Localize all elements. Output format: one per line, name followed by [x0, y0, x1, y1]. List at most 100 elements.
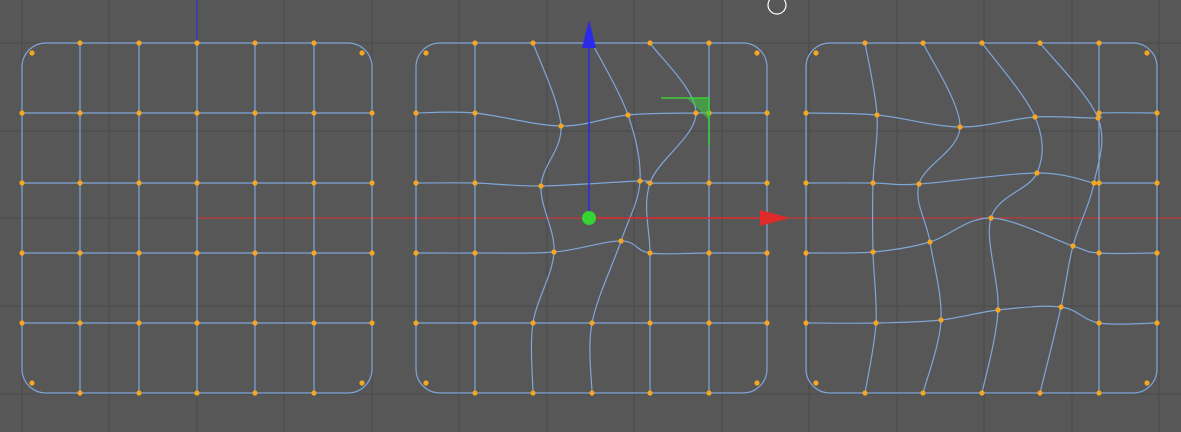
mesh-vertex[interactable]	[472, 110, 478, 116]
mesh-vertex[interactable]	[803, 180, 809, 186]
mesh-vertex[interactable]	[369, 320, 375, 326]
mesh-vertex[interactable]	[77, 250, 83, 256]
mesh-vertex[interactable]	[29, 380, 35, 386]
mesh-vertex[interactable]	[1096, 320, 1102, 326]
viewport-canvas[interactable]	[0, 0, 1181, 432]
mesh-vertex[interactable]	[252, 320, 258, 326]
mesh-vertex[interactable]	[136, 250, 142, 256]
mesh-vertex[interactable]	[423, 380, 429, 386]
move-y-arrow-icon[interactable]	[582, 20, 596, 48]
mesh-vertex[interactable]	[647, 390, 653, 396]
mesh-vertex[interactable]	[764, 320, 770, 326]
mesh-vertex[interactable]	[803, 250, 809, 256]
mesh-vertex[interactable]	[252, 390, 258, 396]
mesh-vertex[interactable]	[19, 110, 25, 116]
mesh-vertex[interactable]	[706, 180, 712, 186]
mesh-vertex[interactable]	[706, 250, 712, 256]
mesh-vertex[interactable]	[194, 320, 200, 326]
mesh-vertex[interactable]	[530, 390, 536, 396]
mesh-vertex[interactable]	[472, 40, 478, 46]
mesh-vertex[interactable]	[19, 320, 25, 326]
mesh-vertex[interactable]	[874, 112, 880, 118]
mesh-vertex[interactable]	[1096, 250, 1102, 256]
mesh-vertex[interactable]	[1096, 180, 1102, 186]
mesh-vertex[interactable]	[369, 250, 375, 256]
mesh-vertex[interactable]	[472, 320, 478, 326]
mesh-vertex[interactable]	[625, 112, 631, 118]
mesh-vertex[interactable]	[413, 320, 419, 326]
mesh-vertex[interactable]	[706, 320, 712, 326]
mesh-vertex[interactable]	[637, 178, 643, 184]
mesh-vertex[interactable]	[764, 110, 770, 116]
mesh-vertex[interactable]	[194, 250, 200, 256]
mesh-vertex[interactable]	[803, 110, 809, 116]
mesh-vertex[interactable]	[862, 40, 868, 46]
move-x-arrow-icon[interactable]	[760, 210, 790, 226]
mesh-vertex[interactable]	[311, 180, 317, 186]
mesh-vertex[interactable]	[618, 238, 624, 244]
mesh-vertex[interactable]	[19, 250, 25, 256]
mesh-vertex[interactable]	[803, 320, 809, 326]
mesh-vertex[interactable]	[862, 390, 868, 396]
mesh-vertex[interactable]	[311, 250, 317, 256]
mesh-vertex[interactable]	[1032, 114, 1038, 120]
mesh-vertex[interactable]	[369, 180, 375, 186]
mesh-vertex[interactable]	[252, 110, 258, 116]
mesh-vertex[interactable]	[413, 250, 419, 256]
transform-gizmo[interactable]	[582, 20, 790, 226]
mesh-vertex[interactable]	[136, 40, 142, 46]
mesh-vertex[interactable]	[1096, 110, 1102, 116]
mesh-vertex[interactable]	[530, 40, 536, 46]
mesh-vertex[interactable]	[920, 390, 926, 396]
mesh-vertex[interactable]	[359, 380, 365, 386]
mesh-vertex[interactable]	[1096, 390, 1102, 396]
mesh-vertex[interactable]	[311, 320, 317, 326]
mesh-vertex[interactable]	[194, 390, 200, 396]
mesh-vertex[interactable]	[558, 123, 564, 129]
mesh-vertex[interactable]	[938, 317, 944, 323]
mesh-vertex[interactable]	[764, 250, 770, 256]
mesh-vertex[interactable]	[311, 110, 317, 116]
mesh-vertex[interactable]	[927, 239, 933, 245]
mesh-vertex[interactable]	[706, 40, 712, 46]
mesh-vertex[interactable]	[979, 40, 985, 46]
mesh-vertex[interactable]	[136, 110, 142, 116]
mesh-vertex[interactable]	[413, 180, 419, 186]
mesh-vertex[interactable]	[369, 110, 375, 116]
mesh-vertex[interactable]	[136, 180, 142, 186]
mesh-vertex[interactable]	[1034, 170, 1040, 176]
mesh-vertex[interactable]	[194, 40, 200, 46]
mesh-vertex[interactable]	[706, 390, 712, 396]
mesh-vertex[interactable]	[19, 180, 25, 186]
mesh-vertex[interactable]	[1154, 110, 1160, 116]
mesh-vertex[interactable]	[647, 320, 653, 326]
mesh-vertex[interactable]	[1095, 115, 1101, 121]
mesh-vertex[interactable]	[538, 183, 544, 189]
mesh-vertex[interactable]	[77, 390, 83, 396]
mesh-vertex[interactable]	[813, 380, 819, 386]
mesh-vertex[interactable]	[647, 180, 653, 186]
pivot-icon[interactable]	[582, 211, 596, 225]
mesh-vertex[interactable]	[647, 40, 653, 46]
mesh-vertex[interactable]	[29, 50, 35, 56]
mesh-vertex[interactable]	[754, 380, 760, 386]
mesh-vertex[interactable]	[693, 110, 699, 116]
mesh-vertex[interactable]	[77, 110, 83, 116]
mesh-vertex[interactable]	[870, 180, 876, 186]
mesh-vertex[interactable]	[764, 180, 770, 186]
mesh-vertex[interactable]	[1154, 250, 1160, 256]
mesh-vertex[interactable]	[252, 250, 258, 256]
mesh-vertex[interactable]	[873, 320, 879, 326]
mesh-vertex[interactable]	[1154, 180, 1160, 186]
mesh-vertex[interactable]	[359, 50, 365, 56]
mesh-vertex[interactable]	[472, 180, 478, 186]
mesh-vertex[interactable]	[311, 40, 317, 46]
mesh-vertex[interactable]	[136, 390, 142, 396]
mesh-vertex[interactable]	[472, 390, 478, 396]
mesh-vertex[interactable]	[1096, 40, 1102, 46]
mesh-vertex[interactable]	[1037, 390, 1043, 396]
mesh-vertex[interactable]	[920, 40, 926, 46]
mesh-vertex[interactable]	[988, 215, 994, 221]
mesh-vertex[interactable]	[647, 250, 653, 256]
mesh-vertex[interactable]	[754, 50, 760, 56]
